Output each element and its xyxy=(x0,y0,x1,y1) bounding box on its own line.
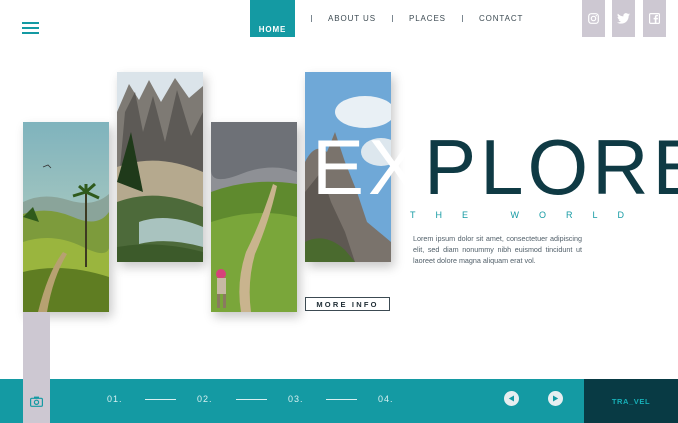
footer-bar xyxy=(0,379,678,423)
instagram-icon xyxy=(588,13,599,24)
nav-places[interactable]: PLACES xyxy=(409,14,446,23)
pager-item-01[interactable]: 01. xyxy=(107,394,123,404)
menu-line xyxy=(22,27,39,29)
facebook-button[interactable] xyxy=(643,0,666,37)
camera-button[interactable] xyxy=(23,379,50,423)
pager-divider xyxy=(326,399,357,400)
nav-about-us[interactable]: ABOUT US xyxy=(328,14,376,23)
nav-home[interactable]: HOME xyxy=(250,0,295,37)
nav-divider xyxy=(391,15,393,22)
mountain-peaks-image xyxy=(117,72,203,262)
brand-name: TRA_VEL xyxy=(611,396,651,406)
brand-logo[interactable]: TRA_VEL xyxy=(584,379,678,423)
photo-hiking-trail xyxy=(211,122,297,312)
hero-subtitle: THE WORLD xyxy=(410,210,644,220)
next-arrow-icon xyxy=(553,395,559,402)
hiking-trail-image xyxy=(211,122,297,312)
pager-item-04[interactable]: 04. xyxy=(378,394,394,404)
instagram-button[interactable] xyxy=(582,0,605,37)
hamburger-menu-icon[interactable] xyxy=(22,22,39,34)
hero-description: Lorem ipsum dolor sit amet, consectetuer… xyxy=(413,234,582,265)
palm-valley-image xyxy=(23,122,109,312)
pager-item-02[interactable]: 02. xyxy=(197,394,213,404)
hero-title-light: EX xyxy=(312,123,425,211)
nav-divider xyxy=(311,15,312,22)
menu-line xyxy=(22,32,39,34)
camera-icon xyxy=(30,396,43,407)
facebook-icon xyxy=(649,13,660,24)
menu-line xyxy=(22,22,39,24)
more-info-button[interactable]: MORE INFO xyxy=(305,297,390,311)
nav-divider xyxy=(461,15,463,22)
pager-divider xyxy=(145,399,176,400)
main-nav: HOME ABOUT US PLACES CONTACT xyxy=(250,0,523,37)
pager-item-03[interactable]: 03. xyxy=(288,394,304,404)
hero-title: EXPLORE xyxy=(312,128,678,206)
hero-title-dark: PLORE xyxy=(424,123,678,211)
twitter-icon xyxy=(617,13,630,24)
prev-arrow-icon xyxy=(508,395,514,402)
nav-contact[interactable]: CONTACT xyxy=(479,14,523,23)
next-button[interactable] xyxy=(548,391,563,406)
prev-button[interactable] xyxy=(504,391,519,406)
photo-palm-valley xyxy=(23,122,109,312)
photo-mountain-peaks xyxy=(117,72,203,262)
pager-divider xyxy=(236,399,267,400)
twitter-button[interactable] xyxy=(612,0,635,37)
